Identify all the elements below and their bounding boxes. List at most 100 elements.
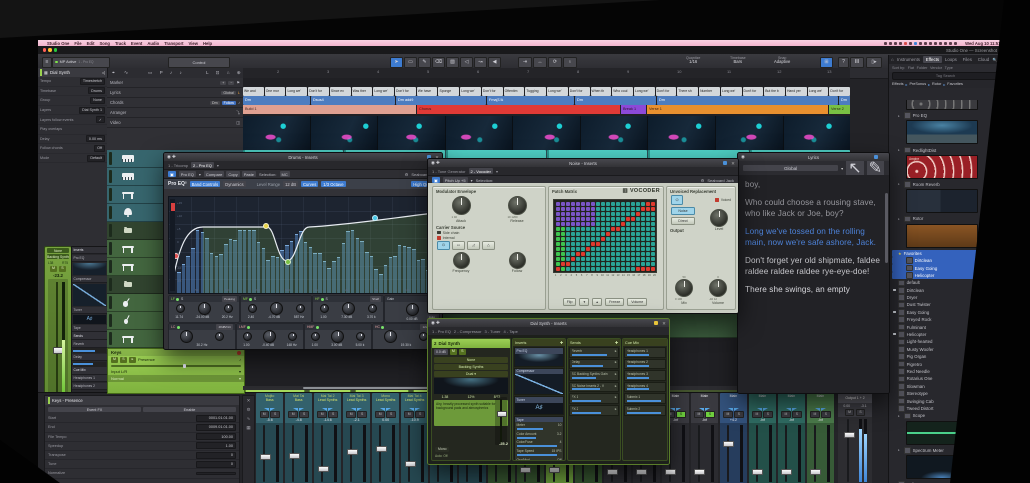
matrix-cell[interactable] xyxy=(636,207,640,211)
send-name[interactable]: SC Backing Synths Gain▸ xyxy=(570,371,618,377)
chord-event-dm[interactable]: Dm xyxy=(657,96,838,105)
mixer-strip-bass-1[interactable]: Mai TaiBassMS-4.8 xyxy=(285,393,312,483)
matrix-cell[interactable] xyxy=(601,252,605,256)
send-slider[interactable] xyxy=(572,388,601,390)
strip-fader-zone[interactable] xyxy=(778,423,805,483)
channel-eq-thumbnail[interactable] xyxy=(434,378,508,394)
insert-nav-1-pro-eq[interactable]: 1 - Pro EQ xyxy=(432,329,451,334)
matrix-cell[interactable] xyxy=(556,262,560,266)
matrix-cell[interactable] xyxy=(631,232,635,236)
event-field-start[interactable]: Start0001.01.01.00 xyxy=(45,414,239,423)
lyrics-panel-window[interactable]: ◉ Lyrics Global▾ ↖ ✎ boy,Who could choos… xyxy=(737,152,890,394)
mixer-strip-main-16[interactable]: MainMS+4.2 xyxy=(720,393,747,483)
matrix-cell[interactable] xyxy=(631,252,635,256)
video-thumbnail[interactable] xyxy=(378,116,445,150)
matrix-cell[interactable] xyxy=(576,212,580,216)
matrix-cell[interactable] xyxy=(611,227,615,231)
matrix-cell[interactable] xyxy=(616,242,620,246)
video-thumbnail[interactable] xyxy=(716,116,783,150)
send-slider[interactable] xyxy=(572,354,607,356)
minimize-window-button[interactable] xyxy=(48,48,51,51)
record-arm-button[interactable] xyxy=(237,351,241,355)
matrix-cell[interactable] xyxy=(596,222,600,226)
mono-button[interactable]: Mono xyxy=(435,447,449,452)
matrix-cell[interactable] xyxy=(601,257,605,261)
tempo-tap-button[interactable]: ♁ xyxy=(563,57,577,68)
matrix-cell[interactable] xyxy=(576,242,580,246)
lyric-event[interactable]: Long we' xyxy=(808,87,829,96)
band-knob[interactable] xyxy=(176,304,185,313)
knob-attack[interactable]: 1 40Attack xyxy=(452,196,471,223)
matrix-cell[interactable] xyxy=(586,217,590,221)
matrix-cell[interactable] xyxy=(646,262,650,266)
matrix-cell[interactable] xyxy=(601,237,605,241)
status-folder-icon[interactable] xyxy=(894,42,897,45)
band-knob[interactable] xyxy=(342,302,355,315)
eq-band-lc[interactable]: LC48dB/Oct30.2 Hz xyxy=(168,323,236,350)
matrix-cell[interactable] xyxy=(611,267,615,271)
lyric-event[interactable]: We have xyxy=(417,87,438,96)
band-knob[interactable] xyxy=(356,332,365,341)
knob-follow[interactable]: Follow xyxy=(509,252,526,273)
matrix-cell[interactable] xyxy=(601,262,605,266)
matrix-cell[interactable] xyxy=(571,262,575,266)
channel-input-select[interactable]: None xyxy=(434,357,508,363)
matrix-cell[interactable] xyxy=(566,262,570,266)
strip-name[interactable]: Mai Tai 2Lead Synths xyxy=(314,393,341,407)
copy-button[interactable]: Copy xyxy=(226,171,239,177)
matrix-cell[interactable] xyxy=(576,217,580,221)
matrix-cell[interactable] xyxy=(616,217,620,221)
lyrics-scope-select[interactable]: Global xyxy=(221,91,235,95)
matrix-cell[interactable] xyxy=(561,242,565,246)
matrix-cell[interactable] xyxy=(621,227,625,231)
dock-insert-pro-eq[interactable]: Pro EQ xyxy=(72,255,107,262)
matrix-cell[interactable] xyxy=(581,262,585,266)
hamburger-icon[interactable]: ≡ xyxy=(42,57,52,68)
matrix-cell[interactable] xyxy=(601,227,605,231)
fader-cap[interactable] xyxy=(723,441,734,447)
matrix-cell[interactable] xyxy=(566,207,570,211)
nav-expand-icon[interactable]: ▾ xyxy=(217,163,219,168)
matrix-cell[interactable] xyxy=(581,207,585,211)
matrix-cell[interactable] xyxy=(646,257,650,261)
matrix-cell[interactable] xyxy=(651,217,655,221)
send-power[interactable]: ▸ xyxy=(615,384,617,388)
band-knob[interactable] xyxy=(320,304,329,313)
menu-item-transport[interactable]: Transport xyxy=(164,41,183,46)
paste-button[interactable]: Paste xyxy=(242,171,256,177)
cue-name[interactable]: Headphones 3 xyxy=(625,371,665,377)
band-enable-led[interactable] xyxy=(249,298,252,301)
matrix-cell[interactable] xyxy=(571,212,575,216)
event-field-end[interactable]: End0009.01.01.00 xyxy=(45,423,239,432)
lyric-event[interactable]: Since ex xyxy=(330,87,351,96)
fader-cap[interactable] xyxy=(260,454,271,460)
channel-bus-select[interactable]: Backing Synths xyxy=(434,364,508,370)
matrix-cell[interactable] xyxy=(581,242,585,246)
field-value[interactable] xyxy=(196,472,236,475)
param-slider[interactable] xyxy=(517,445,557,447)
dock-insert-compressor[interactable]: Compressor xyxy=(72,276,107,283)
lyric-event[interactable]: Long we' xyxy=(373,87,394,96)
matrix-cell[interactable] xyxy=(621,202,625,206)
band-enable-led[interactable] xyxy=(176,298,179,301)
thumbnail-rotor[interactable] xyxy=(906,224,978,248)
send-item-delay[interactable]: Delay▸ xyxy=(569,359,619,370)
matrix-cell[interactable] xyxy=(631,247,635,251)
matrix-cell[interactable] xyxy=(621,267,625,271)
matrix-cell[interactable] xyxy=(631,267,635,271)
matrix-cell[interactable] xyxy=(611,202,615,206)
chord-event-dm[interactable]: Dm xyxy=(839,96,850,105)
matrix-cell[interactable] xyxy=(636,267,640,271)
mixer-tool-3[interactable]: ▦ xyxy=(246,425,250,431)
curves-button[interactable]: Curves xyxy=(301,181,318,187)
matrix-cell[interactable] xyxy=(631,237,635,241)
mixer-tool-1[interactable]: ⚙ xyxy=(247,407,251,413)
band-mode-select[interactable]: Peaking xyxy=(222,296,237,301)
lyric-event[interactable]: Don't for xyxy=(308,87,329,96)
field-value[interactable]: Default xyxy=(87,155,105,162)
chord-event-dsus4[interactable]: Dsus4 xyxy=(311,96,395,105)
patch-matrix-grid[interactable] xyxy=(553,199,657,273)
home-icon[interactable]: ⌂ xyxy=(891,57,894,62)
strip-name[interactable]: Mai Tai 3Lead Synths xyxy=(343,393,370,407)
matrix-cell[interactable] xyxy=(626,202,630,206)
